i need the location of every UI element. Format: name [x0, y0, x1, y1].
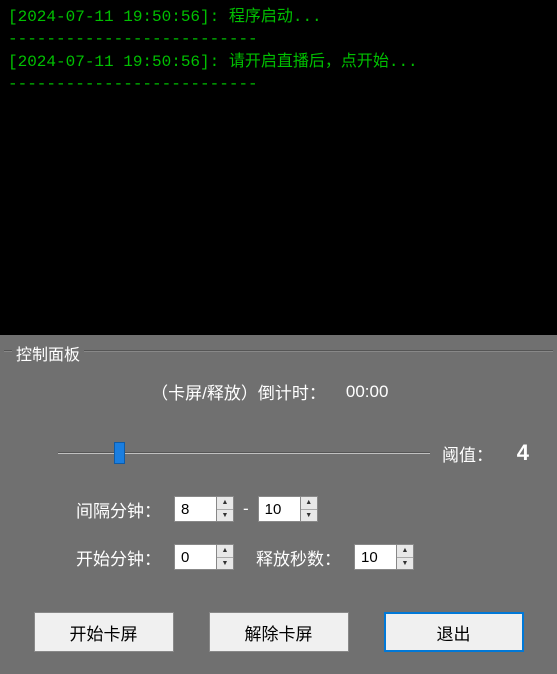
interval-min-input[interactable]	[174, 496, 216, 522]
release-down[interactable]: ▼	[397, 558, 413, 570]
log-divider: --------------------------	[8, 73, 549, 95]
log-message: 请开启直播后，点开始...	[229, 53, 418, 71]
release-spinner: ▲ ▼	[354, 544, 414, 570]
start-spinner: ▲ ▼	[174, 544, 234, 570]
countdown-label: （卡屏/释放）倒计时：	[151, 379, 326, 404]
threshold-slider-row: 阈值： 4	[58, 440, 529, 466]
log-timestamp: [2024-07-11 19:50:56]	[8, 53, 210, 71]
button-row: 开始卡屏 解除卡屏 退出	[26, 612, 531, 652]
panel-title: 控制面板	[12, 341, 84, 365]
control-panel: 控制面板 （卡屏/释放）倒计时： 00:00 阈值： 4 间隔分钟： ▲ ▼ -…	[4, 343, 553, 674]
interval-max-spinner: ▲ ▼	[258, 496, 318, 522]
log-message: 程序启动...	[229, 8, 322, 26]
start-label: 开始分钟：	[76, 545, 166, 570]
slider-thumb[interactable]	[114, 442, 125, 464]
release-freeze-button[interactable]: 解除卡屏	[209, 612, 349, 652]
start-input[interactable]	[174, 544, 216, 570]
countdown-row: （卡屏/释放）倒计时： 00:00	[18, 379, 539, 404]
interval-min-up[interactable]: ▲	[217, 497, 233, 510]
log-area: [2024-07-11 19:50:56]: 程序启动... ---------…	[0, 0, 557, 335]
log-divider: --------------------------	[8, 28, 549, 50]
release-label: 释放秒数：	[256, 545, 346, 570]
interval-label: 间隔分钟：	[76, 497, 166, 522]
release-up[interactable]: ▲	[397, 545, 413, 558]
interval-row: 间隔分钟： ▲ ▼ - ▲ ▼	[76, 496, 539, 522]
start-freeze-button[interactable]: 开始卡屏	[34, 612, 174, 652]
interval-max-up[interactable]: ▲	[301, 497, 317, 510]
countdown-value: 00:00	[346, 382, 406, 402]
interval-max-down[interactable]: ▼	[301, 510, 317, 522]
threshold-label: 阈值：	[442, 441, 493, 466]
start-down[interactable]: ▼	[217, 558, 233, 570]
threshold-slider[interactable]	[58, 443, 430, 463]
log-entry: [2024-07-11 19:50:56]: 程序启动...	[8, 6, 549, 28]
log-entry: [2024-07-11 19:50:56]: 请开启直播后，点开始...	[8, 51, 549, 73]
log-timestamp: [2024-07-11 19:50:56]	[8, 8, 210, 26]
interval-min-down[interactable]: ▼	[217, 510, 233, 522]
release-input[interactable]	[354, 544, 396, 570]
dash: -	[243, 499, 249, 519]
interval-max-input[interactable]	[258, 496, 300, 522]
threshold-value: 4	[505, 440, 529, 466]
start-release-row: 开始分钟： ▲ ▼ 释放秒数： ▲ ▼	[76, 544, 539, 570]
start-up[interactable]: ▲	[217, 545, 233, 558]
exit-button[interactable]: 退出	[384, 612, 524, 652]
interval-min-spinner: ▲ ▼	[174, 496, 234, 522]
